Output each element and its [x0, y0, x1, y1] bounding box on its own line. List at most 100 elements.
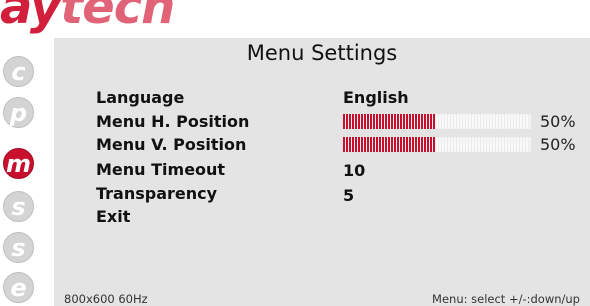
bar-segment-empty	[519, 137, 523, 152]
h-position-slider[interactable]	[343, 114, 531, 129]
bar-segment-empty	[483, 137, 487, 152]
menu-item-transparency[interactable]: Transparency	[96, 183, 217, 205]
bar-segment-filled	[358, 114, 360, 129]
nav-s2-icon[interactable]: s	[3, 232, 34, 263]
bar-segment-filled	[388, 114, 390, 129]
bar-segment-filled	[397, 114, 399, 129]
page-title: Menu Settings	[246, 41, 398, 65]
resolution-status: 800x600 60Hz	[64, 292, 148, 306]
bar-segment-filled	[406, 114, 408, 129]
bar-segment-empty	[468, 114, 472, 129]
bar-segment-filled	[430, 114, 432, 129]
sidebar-nav: c p m s s e	[0, 50, 48, 306]
menu-item-language[interactable]: Language	[96, 87, 184, 109]
bar-segment-empty	[489, 114, 493, 129]
nav-e-icon[interactable]: e	[3, 272, 34, 303]
bar-segment-filled	[433, 137, 435, 152]
menu-item-exit[interactable]: Exit	[96, 206, 130, 228]
bar-segment-filled	[394, 137, 396, 152]
bar-segment-filled	[388, 137, 390, 152]
bar-segment-filled	[367, 137, 369, 152]
bar-segment-filled	[400, 137, 402, 152]
bar-segment-empty	[462, 114, 466, 129]
bar-segment-empty	[498, 137, 502, 152]
bar-segment-filled	[397, 137, 399, 152]
bar-segment-empty	[444, 114, 448, 129]
bar-segment-empty	[453, 114, 457, 129]
bar-segment-filled	[370, 137, 372, 152]
bar-segment-empty	[486, 137, 490, 152]
bar-segment-empty	[504, 137, 508, 152]
bar-segment-filled	[427, 137, 429, 152]
bar-segment-empty	[441, 137, 445, 152]
nav-s-icon[interactable]: s	[3, 191, 34, 222]
menu-item-v-position[interactable]: Menu V. Position	[96, 134, 246, 156]
bar-segment-empty	[522, 137, 526, 152]
bar-segment-empty	[447, 114, 451, 129]
bar-segment-filled	[403, 114, 405, 129]
nav-m-icon[interactable]: m	[3, 148, 34, 179]
bar-segment-empty	[444, 137, 448, 152]
bar-segment-empty	[480, 114, 484, 129]
v-position-percent: 50%	[540, 135, 576, 154]
bar-segment-filled	[373, 114, 375, 129]
nav-p-letter: p	[9, 99, 28, 127]
bar-segment-empty	[459, 114, 463, 129]
bar-segment-empty	[471, 114, 475, 129]
menu-item-h-position[interactable]: Menu H. Position	[96, 111, 249, 133]
nav-c-icon[interactable]: c	[3, 56, 34, 87]
logo-text-rest: tech	[60, 0, 175, 35]
bar-segment-filled	[352, 137, 354, 152]
nav-s-letter: s	[11, 193, 26, 221]
timeout-value: 10	[343, 161, 366, 180]
bar-segment-empty	[456, 137, 460, 152]
bar-segment-filled	[346, 114, 348, 129]
bar-segment-empty	[435, 114, 439, 129]
bar-segment-empty	[525, 137, 529, 152]
bar-segment-filled	[376, 137, 378, 152]
bar-segment-filled	[355, 137, 357, 152]
bar-segment-filled	[430, 137, 432, 152]
bar-segment-filled	[418, 137, 420, 152]
language-value: English	[343, 88, 409, 107]
bar-segment-empty	[453, 137, 457, 152]
bar-segment-empty	[516, 137, 520, 152]
bar-segment-filled	[379, 137, 381, 152]
bar-segment-empty	[462, 137, 466, 152]
bar-segment-filled	[370, 114, 372, 129]
bar-segment-filled	[421, 137, 423, 152]
bar-segment-empty	[495, 114, 499, 129]
menu-panel: Menu Settings Language English Menu H. P…	[54, 38, 590, 306]
bar-segment-filled	[415, 114, 417, 129]
bar-segment-empty	[495, 137, 499, 152]
bar-segment-filled	[367, 114, 369, 129]
bar-segment-empty	[474, 137, 478, 152]
bar-segment-empty	[474, 114, 478, 129]
transparency-value: 5	[343, 186, 355, 205]
bar-segment-empty	[456, 114, 460, 129]
bar-segment-filled	[352, 114, 354, 129]
bar-segment-filled	[361, 114, 363, 129]
nav-p-icon[interactable]: p	[3, 97, 34, 128]
brand-logo: aytech	[0, 0, 215, 31]
bar-segment-empty	[480, 137, 484, 152]
bar-segment-filled	[433, 114, 435, 129]
bar-segment-filled	[391, 114, 393, 129]
nav-s2-letter: s	[11, 234, 26, 262]
bar-segment-filled	[415, 137, 417, 152]
bar-segment-filled	[418, 114, 420, 129]
v-position-slider[interactable]	[343, 137, 531, 152]
bar-segment-empty	[465, 137, 469, 152]
bar-segment-filled	[394, 114, 396, 129]
h-position-bar	[343, 114, 531, 129]
bar-segment-filled	[424, 114, 426, 129]
bar-segment-filled	[406, 137, 408, 152]
bar-segment-empty	[501, 137, 505, 152]
bar-segment-filled	[373, 137, 375, 152]
bar-segment-empty	[492, 137, 496, 152]
menu-item-timeout[interactable]: Menu Timeout	[96, 159, 225, 181]
bar-segment-filled	[343, 114, 345, 129]
bar-segment-filled	[412, 137, 414, 152]
bar-segment-filled	[376, 114, 378, 129]
bar-segment-empty	[438, 114, 442, 129]
